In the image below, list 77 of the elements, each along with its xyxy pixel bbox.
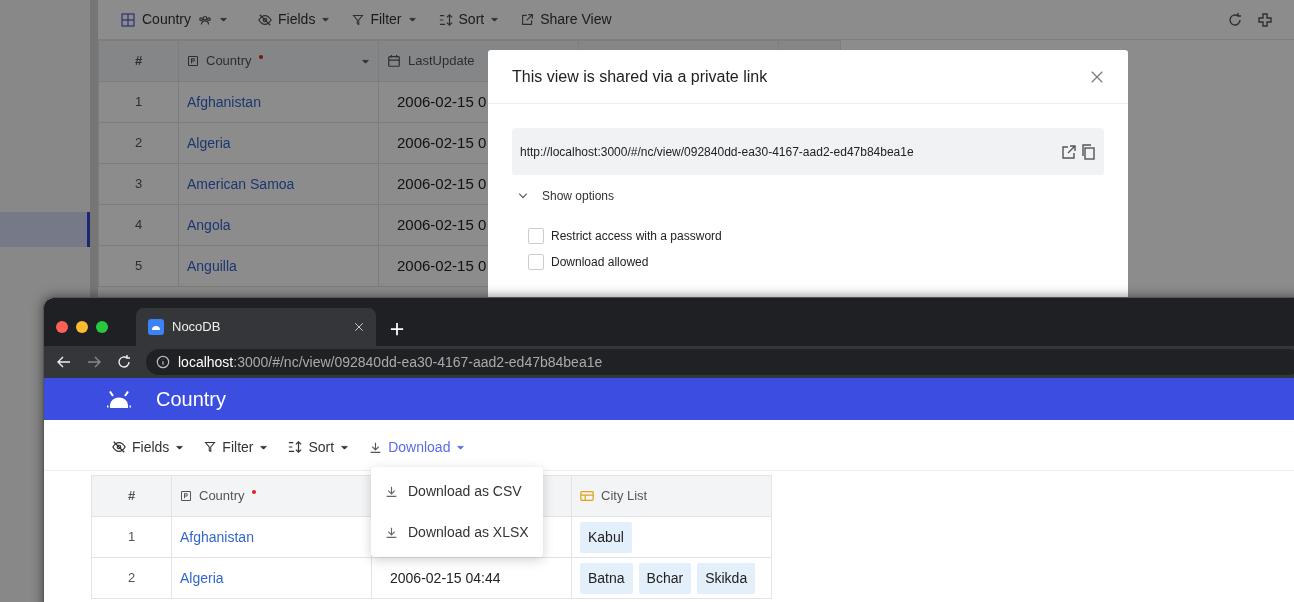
- close-dot[interactable]: [56, 321, 68, 333]
- address-bar[interactable]: localhost:3000/#/nc/view/092840dd-ea30-4167-aad2-ed47b84bea1e: [146, 349, 1294, 375]
- linked-table-icon: [580, 489, 594, 503]
- caret-icon: [490, 15, 500, 24]
- sort-button[interactable]: Sort: [280, 430, 358, 464]
- checkbox[interactable]: [528, 254, 544, 270]
- maximize-dot[interactable]: [96, 321, 108, 333]
- view-selector[interactable]: Country: [112, 5, 237, 34]
- country-cell: Anguilla: [178, 245, 379, 287]
- page-title: Country: [156, 387, 227, 412]
- grid-icon: [120, 11, 136, 28]
- row-number: 3: [98, 163, 179, 205]
- close-icon: [1090, 70, 1104, 85]
- reload-icon: [116, 354, 132, 370]
- app-logo-icon: [148, 319, 164, 335]
- refresh-icon: [1227, 11, 1243, 28]
- download-icon: [369, 440, 383, 454]
- column-header: Country: [206, 52, 252, 71]
- calendar-icon: [387, 54, 401, 68]
- copy-icon: [1080, 143, 1096, 160]
- city-chip: Bchar: [638, 562, 692, 594]
- browser-tab[interactable]: NocoDB: [136, 308, 376, 346]
- row-number: 5: [98, 245, 179, 287]
- country-cell: American Samoa: [178, 163, 379, 205]
- sidebar-selected-row[interactable]: [0, 212, 90, 247]
- eye-slash-icon: [258, 12, 273, 27]
- menu-item[interactable]: Download as CSV: [371, 471, 543, 512]
- row-number: 4: [98, 204, 179, 246]
- row-number: 2: [91, 557, 172, 599]
- country-cell: Afghanistan: [178, 81, 379, 123]
- filter-icon: [352, 12, 365, 27]
- eye-slash-icon: [112, 440, 126, 454]
- country-cell: Algeria: [171, 557, 372, 599]
- column-header: Country: [199, 487, 245, 506]
- filter-button[interactable]: Filter: [344, 5, 425, 34]
- sort-button[interactable]: Sort: [430, 5, 508, 34]
- checkbox[interactable]: [528, 228, 544, 244]
- external-link-icon: [521, 13, 535, 26]
- caret-icon: [219, 15, 229, 24]
- row-number: 1: [98, 81, 179, 123]
- fields-button[interactable]: Fields: [104, 430, 193, 464]
- caret-icon: [321, 15, 331, 24]
- close-icon: [354, 322, 364, 332]
- row-number: 2: [98, 122, 179, 164]
- plus-icon: [390, 322, 404, 337]
- row-number: 1: [91, 516, 172, 558]
- share-button[interactable]: Share View: [513, 5, 620, 34]
- text-field-icon: [180, 490, 192, 502]
- back-arrow-icon: [56, 354, 72, 370]
- filter-button[interactable]: Filter: [196, 430, 277, 464]
- forward-arrow-icon: [86, 354, 102, 370]
- city-chip: Batna: [580, 562, 633, 594]
- menu-item[interactable]: Download as XLSX: [371, 512, 543, 553]
- country-cell: Angola: [178, 204, 379, 246]
- city-chip: Kabul: [580, 521, 632, 553]
- download-icon: [385, 526, 398, 539]
- text-field-icon: [187, 55, 199, 67]
- column-header: #: [98, 40, 179, 82]
- sort-icon: [288, 440, 303, 454]
- minimize-dot[interactable]: [76, 321, 88, 333]
- column-header: LastUpdate: [408, 52, 475, 71]
- link-field[interactable]: http://localhost:3000/#/nc/view/092840dd-ea30-4167-aad2-ed47b84bea1e: [512, 128, 1104, 175]
- column-header: City List: [601, 487, 648, 506]
- fields-button[interactable]: Fields: [250, 5, 339, 34]
- country-cell: Algeria: [178, 122, 379, 164]
- column-header: #: [91, 475, 172, 517]
- filter-icon: [204, 440, 217, 454]
- download-button[interactable]: Download: [361, 430, 474, 464]
- info-icon: [156, 355, 170, 369]
- download-icon: [385, 485, 398, 498]
- external-link-icon: [1060, 143, 1077, 160]
- url-text: localhost:3000/#/nc/view/092840dd-ea30-4167-aad2-ed47b84bea1e: [178, 352, 603, 372]
- city-chip: Skikda: [697, 562, 756, 594]
- tab-title: NocoDB: [172, 318, 222, 337]
- sort-icon: [438, 12, 453, 27]
- caret-icon: [407, 15, 417, 24]
- plus-icon: [1257, 11, 1273, 28]
